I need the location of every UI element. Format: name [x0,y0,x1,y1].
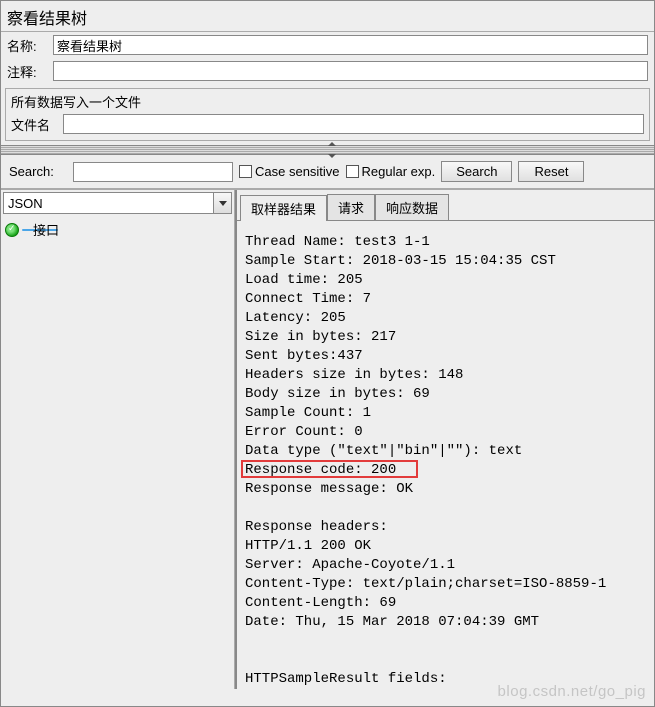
result-line: Sample Start: 2018-03-15 15:04:35 CST [245,253,556,269]
regex-label: Regular exp. [362,164,436,179]
renderer-combo-value: JSON [4,196,213,211]
result-line: Load time: 205 [245,272,363,288]
regex-checkbox[interactable]: Regular exp. [346,164,436,179]
main-split: JSON 接口 取样器结果 请求 响应数据 Thread Name: test3… [1,189,654,689]
case-sensitive-label: Case sensitive [255,164,340,179]
tree-item[interactable]: 接口 [3,219,232,240]
search-label: Search: [9,164,67,179]
result-line: Size in bytes: 217 [245,329,396,345]
result-tabs: 取样器结果 请求 响应数据 [237,190,654,221]
search-input[interactable] [73,162,233,182]
name-input[interactable] [53,35,648,55]
file-section: 所有数据写入一个文件 文件名 [5,88,650,141]
search-bar: Search: Case sensitive Regular exp. Sear… [1,155,654,189]
result-line: HTTP/1.1 200 OK [245,538,371,554]
panel-title: 察看结果树 [1,1,654,32]
filename-label: 文件名 [11,115,59,134]
split-handle-icon[interactable] [1,145,654,155]
result-line: Response code: 200 [245,462,396,478]
chevron-down-icon [213,193,231,213]
result-line: Body size in bytes: 69 [245,386,430,402]
left-pane: JSON 接口 [1,190,235,689]
result-line: Sent bytes:437 [245,348,363,364]
result-line: Headers size in bytes: 148 [245,367,463,383]
sampler-result-text: Thread Name: test3 1-1 Sample Start: 201… [237,221,654,689]
result-line: Error Count: 0 [245,424,363,440]
comment-label: 注释: [7,62,49,81]
name-row: 名称: [1,32,654,58]
result-line: Server: Apache-Coyote/1.1 [245,557,455,573]
result-line: Response message: OK [245,481,413,497]
result-line: HTTPSampleResult fields: [245,671,447,687]
result-line: Sample Count: 1 [245,405,371,421]
result-line: Content-Type: text/plain;charset=ISO-885… [245,576,606,592]
name-label: 名称: [7,36,49,55]
tab-sampler-result[interactable]: 取样器结果 [240,195,327,221]
result-line: Data type ("text"|"bin"|""): text [245,443,522,459]
right-pane: 取样器结果 请求 响应数据 Thread Name: test3 1-1 Sam… [235,190,654,689]
tab-request[interactable]: 请求 [327,194,375,220]
comment-row: 注释: [1,58,654,84]
reset-button[interactable]: Reset [518,161,584,182]
results-tree-panel: 察看结果树 名称: 注释: 所有数据写入一个文件 文件名 Search: Cas… [0,0,655,707]
results-tree[interactable]: 接口 [1,216,234,689]
search-button[interactable]: Search [441,161,512,182]
result-line: Latency: 205 [245,310,346,326]
result-line: Connect Time: 7 [245,291,371,307]
result-line: Content-Length: 69 [245,595,396,611]
comment-input[interactable] [53,61,648,81]
success-icon [5,223,19,237]
result-line: Date: Thu, 15 Mar 2018 07:04:39 GMT [245,614,539,630]
file-section-heading: 所有数据写入一个文件 [11,92,644,111]
checkbox-icon [239,165,252,178]
result-line: Thread Name: test3 1-1 [245,234,430,250]
tab-response-data[interactable]: 响应数据 [375,194,449,220]
checkbox-icon [346,165,359,178]
renderer-combo[interactable]: JSON [3,192,232,214]
result-line: Response headers: [245,519,388,535]
case-sensitive-checkbox[interactable]: Case sensitive [239,164,340,179]
filename-input[interactable] [63,114,644,134]
tree-item-suffix: 接口 [33,220,59,239]
